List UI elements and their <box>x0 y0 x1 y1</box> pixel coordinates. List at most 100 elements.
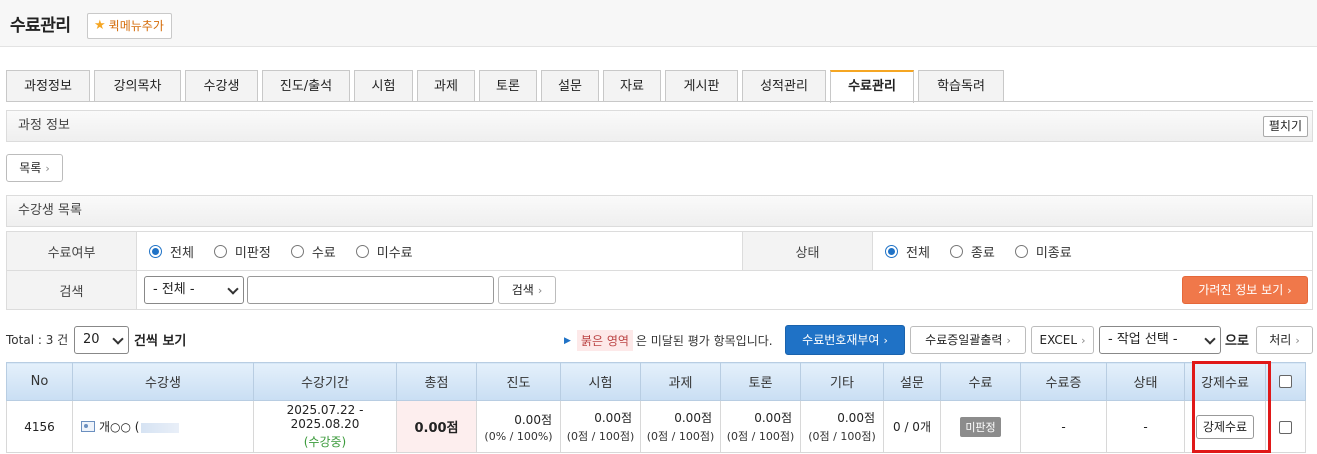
completion-badge: 미판정 <box>960 416 1001 437</box>
radio-icon <box>290 244 304 258</box>
row-force: 강제수료 <box>1184 400 1266 453</box>
radio-icon <box>213 244 227 258</box>
completion-radio-not-completed[interactable]: 미수료 <box>355 242 413 261</box>
chevron-right-icon: › <box>1287 284 1292 297</box>
chevron-right-icon: › <box>537 284 543 297</box>
row-survey: 0 / 0개 <box>883 400 941 453</box>
tab-completion[interactable]: 수료관리 <box>830 70 914 103</box>
tab-survey[interactable]: 설문 <box>541 70 599 102</box>
completion-radio-undecided[interactable]: 미판정 <box>213 242 271 261</box>
student-name: 개○○ ( <box>99 420 140 434</box>
quick-menu-label: 퀵메뉴추가 <box>108 19 164 33</box>
chevron-right-icon: › <box>883 334 888 347</box>
col-header-progress: 진도 <box>476 362 561 401</box>
select-all-checkbox[interactable] <box>1279 375 1292 388</box>
tab-course-info[interactable]: 과정정보 <box>6 70 90 102</box>
expand-button[interactable]: 펼치기 <box>1262 116 1308 137</box>
row-period: 2025.07.22 - 2025.08.20 (수강중) <box>253 400 397 453</box>
tab-assignment[interactable]: 과제 <box>417 70 475 102</box>
tab-materials[interactable]: 자료 <box>603 70 661 102</box>
row-etc: 0.00점 (0점 / 100점) <box>800 400 884 453</box>
chevron-right-icon: › <box>1295 334 1300 347</box>
list-button-label: 목록 <box>19 161 42 175</box>
status-radio-not-ended[interactable]: 미종료 <box>1014 242 1072 261</box>
chevron-right-icon: › <box>45 162 50 175</box>
col-header-status: 상태 <box>1106 362 1185 401</box>
page-title: 수료관리 <box>10 16 71 36</box>
search-field-select[interactable]: - 전체 - <box>144 276 244 304</box>
tab-discussion[interactable]: 토론 <box>479 70 537 102</box>
col-header-assignment: 과제 <box>640 362 721 401</box>
search-button[interactable]: 검색 › <box>498 276 556 304</box>
chevron-right-icon: › <box>1006 334 1011 347</box>
action-select[interactable]: - 작업 선택 - <box>1099 326 1221 354</box>
search-label: 검색 <box>6 270 137 310</box>
legend: ▶ 붉은 영역 은 미달된 평가 항목입니다. <box>564 330 773 351</box>
row-progress: 0.00점 (0% / 100%) <box>476 400 561 453</box>
per-page-label: 건씩 보기 <box>134 334 187 349</box>
row-certificate: - <box>1020 400 1107 453</box>
chevron-down-icon <box>227 283 239 295</box>
row-student[interactable]: 개○○ ( <box>72 400 254 453</box>
blurred-id <box>141 422 180 433</box>
row-completion: 미판정 <box>940 400 1021 453</box>
renumber-button[interactable]: 수료번호재부여 › <box>785 325 905 355</box>
process-button[interactable]: 처리 › <box>1256 326 1313 354</box>
row-no: 4156 <box>6 400 73 453</box>
course-info-section: 과정 정보 펼치기 <box>6 110 1313 142</box>
status-filter-label: 상태 <box>742 231 873 271</box>
tab-encourage[interactable]: 학습독려 <box>918 70 1004 102</box>
student-list-section: 수강생 목록 <box>6 195 1313 227</box>
tab-exam[interactable]: 시험 <box>354 70 413 102</box>
radio-icon <box>949 244 963 258</box>
student-list-title: 수강생 목록 <box>18 203 82 218</box>
students-table: No 수강생 수강기간 총점 진도 시험 과제 토론 기타 설문 수료 수료증 … <box>6 362 1306 453</box>
completion-radio-all[interactable]: 전체 <box>149 242 194 261</box>
tab-students[interactable]: 수강생 <box>185 70 258 102</box>
status-radio-all[interactable]: 전체 <box>885 242 930 261</box>
status-radio-ended[interactable]: 종료 <box>949 242 995 261</box>
per-page-select[interactable]: 20 <box>74 326 129 354</box>
radio-icon <box>1014 244 1028 258</box>
radio-icon <box>355 244 369 258</box>
radio-checked-icon <box>149 244 162 258</box>
period-status: (수강중) <box>303 435 347 449</box>
radio-checked-icon <box>885 244 898 258</box>
col-header-period: 수강기간 <box>253 362 397 401</box>
row-assignment: 0.00점 (0점 / 100점) <box>640 400 721 453</box>
tab-bar: 과정정보 강의목차 수강생 진도/출석 시험 과제 토론 설문 자료 게시판 성… <box>6 70 1008 103</box>
course-info-title: 과정 정보 <box>18 118 70 133</box>
list-button[interactable]: 목록 › <box>6 154 63 182</box>
col-header-certificate: 수료증 <box>1020 362 1107 401</box>
tab-progress[interactable]: 진도/출석 <box>262 70 350 102</box>
tab-lecture-index[interactable]: 강의목차 <box>94 70 181 102</box>
completion-filter-cell: 전체 미판정 수료 미수료 <box>136 231 743 271</box>
row-discussion: 0.00점 (0점 / 100점) <box>720 400 801 453</box>
show-hidden-info-button[interactable]: 가려진 정보 보기 › <box>1182 276 1308 304</box>
batch-print-button[interactable]: 수료증일괄출력 › <box>910 326 1026 354</box>
search-input[interactable] <box>247 276 494 304</box>
col-header-no: No <box>6 362 73 401</box>
row-checkbox[interactable] <box>1279 420 1292 434</box>
col-header-survey: 설문 <box>883 362 941 401</box>
excel-button[interactable]: EXCEL › <box>1031 326 1094 354</box>
row-exam: 0.00점 (0점 / 100점) <box>560 400 641 453</box>
row-total-score: 0.00점 <box>396 400 477 453</box>
col-header-select <box>1265 362 1306 401</box>
col-header-student: 수강생 <box>72 362 254 401</box>
quick-menu-add-button[interactable]: ★ 퀵메뉴추가 <box>87 13 172 39</box>
col-header-completion: 수료 <box>940 362 1021 401</box>
col-header-force: 강제수료 <box>1184 362 1266 401</box>
force-complete-button[interactable]: 강제수료 <box>1195 414 1255 439</box>
tab-board[interactable]: 게시판 <box>665 70 738 102</box>
chevron-down-icon <box>112 333 124 345</box>
col-header-exam: 시험 <box>560 362 641 401</box>
col-header-total: 총점 <box>396 362 477 401</box>
col-header-etc: 기타 <box>800 362 884 401</box>
tabs-divider <box>6 101 1313 102</box>
legend-text: 은 미달된 평가 항목입니다. <box>635 334 773 348</box>
completion-radio-completed[interactable]: 수료 <box>290 242 336 261</box>
page-header: 수료관리 ★ 퀵메뉴추가 <box>0 0 1317 47</box>
tab-grades[interactable]: 성적관리 <box>742 70 826 102</box>
person-card-icon <box>81 421 95 432</box>
